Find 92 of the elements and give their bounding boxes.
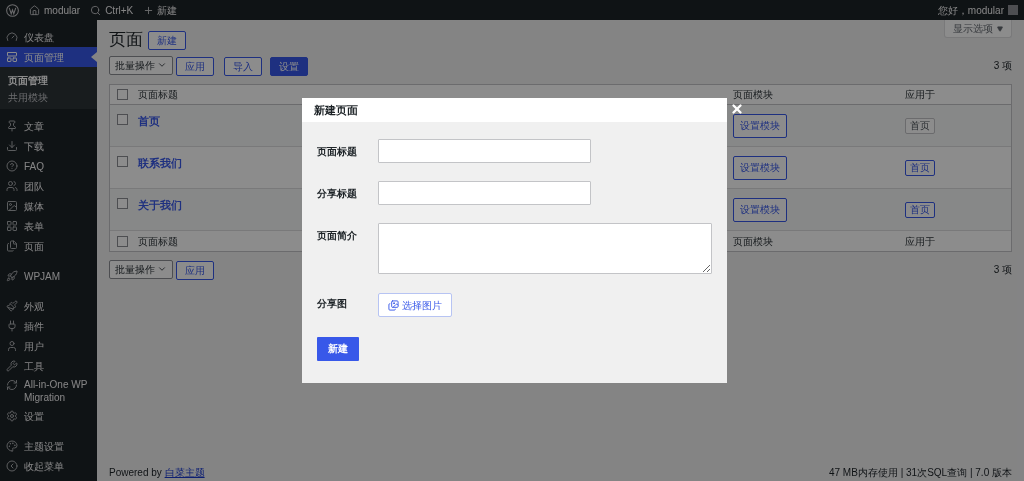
apply-button[interactable]: 应用 bbox=[176, 261, 214, 280]
sidebar-item[interactable]: WPJAM bbox=[0, 266, 97, 286]
footer-stats: 47 MB内存使用 | 31次SQL查询 | 7.0 版本 bbox=[828, 466, 1012, 480]
create-button[interactable]: 新建 bbox=[317, 336, 359, 361]
column-footer: 应用于 bbox=[905, 233, 1011, 249]
screen-options-button[interactable]: 显示选项 bbox=[944, 20, 1012, 38]
column-footer: 页面模块 bbox=[733, 233, 905, 249]
sidebar-item[interactable]: 外观 bbox=[0, 296, 97, 316]
import-button[interactable]: 导入 bbox=[224, 57, 262, 76]
chevron-down-icon bbox=[157, 60, 167, 70]
add-new-button[interactable]: 新建 bbox=[148, 30, 186, 50]
sidebar-item[interactable]: 团队 bbox=[0, 176, 97, 196]
row-checkbox[interactable] bbox=[117, 114, 128, 125]
site-link[interactable]: modular bbox=[29, 2, 81, 18]
layout-icon bbox=[6, 51, 18, 63]
pages-icon bbox=[6, 240, 18, 252]
theme-link[interactable]: 白菜主题 bbox=[164, 467, 205, 478]
footer-credit: Powered by 白菜主题 bbox=[109, 466, 205, 480]
field-label: 页面简介 bbox=[317, 229, 358, 243]
settings-button[interactable]: 设置 bbox=[270, 57, 308, 76]
applies-to-tag: 首页 bbox=[905, 160, 935, 176]
collapse-icon bbox=[6, 460, 18, 472]
sidebar-item[interactable]: 收起菜单 bbox=[0, 456, 97, 476]
sidebar-item[interactable]: 表单 bbox=[0, 216, 97, 236]
images-icon bbox=[388, 299, 399, 311]
sidebar-item[interactable]: 设置 bbox=[0, 406, 97, 426]
column-header: 页面模块 bbox=[733, 88, 774, 102]
sync-icon bbox=[6, 379, 18, 391]
avatar-placeholder bbox=[1008, 5, 1018, 15]
users-icon bbox=[6, 180, 18, 192]
modal-title: 新建页面 bbox=[314, 102, 358, 118]
row-checkbox[interactable] bbox=[117, 198, 128, 209]
account-link[interactable]: 您好，modular bbox=[937, 2, 1018, 18]
download-icon bbox=[6, 140, 18, 152]
select-all-checkbox[interactable] bbox=[117, 89, 128, 100]
page-title: 页面 bbox=[109, 30, 143, 50]
sidebar-item[interactable]: All-in-One WP Migration bbox=[0, 376, 97, 406]
choose-image-button[interactable]: 选择图片 bbox=[378, 293, 452, 317]
set-module-button[interactable]: 设置模块 bbox=[733, 197, 787, 222]
field-label: 分享标题 bbox=[317, 187, 358, 201]
plus-icon bbox=[143, 4, 155, 16]
row-checkbox[interactable] bbox=[117, 156, 128, 167]
plug-icon bbox=[6, 320, 18, 332]
sidebar-item[interactable]: 页面 bbox=[0, 236, 97, 256]
bulk-actions-select[interactable]: 批量操作 bbox=[109, 55, 173, 75]
field-label: 页面标题 bbox=[317, 145, 358, 159]
sidebar-item[interactable]: 文章 bbox=[0, 116, 97, 136]
sidebar-item[interactable]: 工具 bbox=[0, 356, 97, 376]
applies-to-tag: 首页 bbox=[905, 202, 935, 218]
home-icon bbox=[29, 4, 40, 16]
close-icon[interactable] bbox=[730, 102, 744, 116]
applies-to-tag: 首页 bbox=[905, 118, 935, 134]
search-link[interactable]: Ctrl+K bbox=[90, 2, 134, 18]
caret-icon bbox=[997, 25, 1003, 32]
submenu-item[interactable]: 共用模块 bbox=[0, 89, 97, 106]
rocket-icon bbox=[6, 270, 18, 282]
sidebar-item[interactable]: 用户 bbox=[0, 336, 97, 356]
field-label: 分享图 bbox=[317, 297, 348, 311]
select-all-checkbox[interactable] bbox=[117, 235, 128, 247]
sidebar-item[interactable]: FAQ bbox=[0, 156, 97, 176]
wordpress-logo-icon[interactable] bbox=[6, 3, 19, 17]
column-header: 应用于 bbox=[905, 88, 936, 102]
sidebar-item[interactable]: 媒体 bbox=[0, 196, 97, 216]
sidebar-item[interactable]: 仪表盘 bbox=[0, 27, 97, 47]
item-count: 3 项 bbox=[993, 58, 1012, 73]
sidebar-item[interactable]: 下载 bbox=[0, 136, 97, 156]
brush-icon bbox=[6, 300, 18, 312]
chevron-down-icon bbox=[157, 264, 167, 274]
grid-icon bbox=[6, 220, 18, 232]
sidebar-item[interactable]: 页面管理 bbox=[0, 47, 97, 67]
user-icon bbox=[6, 340, 18, 352]
textarea-field[interactable] bbox=[378, 223, 712, 274]
bulk-actions-select[interactable]: 批量操作 bbox=[109, 259, 173, 279]
help-icon bbox=[6, 160, 18, 172]
set-module-button[interactable]: 设置模块 bbox=[733, 155, 787, 180]
gauge-icon bbox=[6, 31, 18, 43]
search-icon bbox=[90, 4, 102, 16]
text-field[interactable] bbox=[378, 139, 591, 163]
palette-icon bbox=[6, 440, 18, 452]
settings-icon bbox=[6, 410, 18, 422]
pin-icon bbox=[6, 120, 18, 132]
new-link[interactable]: 新建 bbox=[143, 2, 178, 18]
sidebar-item[interactable]: 插件 bbox=[0, 316, 97, 336]
apply-button[interactable]: 应用 bbox=[176, 57, 214, 76]
image-icon bbox=[6, 200, 18, 212]
wrench-icon bbox=[6, 360, 18, 372]
item-count: 3 项 bbox=[993, 262, 1012, 277]
column-header[interactable]: 页面标题 bbox=[138, 87, 733, 102]
text-field[interactable] bbox=[378, 181, 591, 205]
set-module-button[interactable]: 设置模块 bbox=[733, 113, 787, 138]
submenu-item[interactable]: 页面管理 bbox=[0, 72, 97, 89]
sidebar-item[interactable]: 主题设置 bbox=[0, 436, 97, 456]
